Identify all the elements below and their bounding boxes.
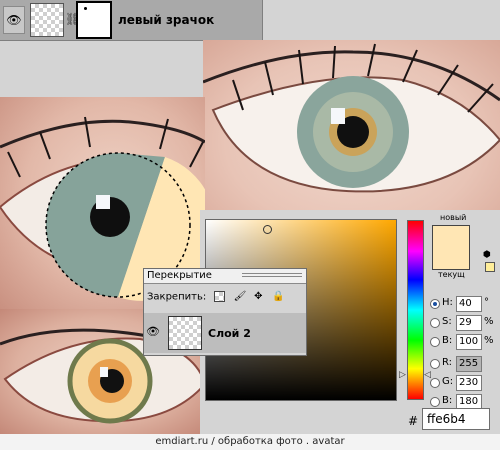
radio-b[interactable]	[430, 337, 440, 347]
field-r-input[interactable]: 255	[456, 356, 482, 372]
radio-h[interactable]	[430, 299, 440, 309]
lock-label: Закрепить:	[147, 291, 207, 303]
new-color-label: новый	[440, 213, 467, 222]
field-b-label: B:	[442, 335, 453, 346]
field-h-unit: °	[484, 297, 489, 308]
layers-panel: Перекрытие Закрепить: 🖌 ✥ 🔒 👁 Слой 2	[143, 268, 307, 356]
field-r-label: R:	[442, 357, 453, 368]
layer-thumbnail	[168, 316, 202, 350]
layer-thumbnail	[30, 3, 64, 37]
current-color-label: текущ	[438, 270, 465, 279]
layer-name: левый зрачок	[118, 13, 215, 27]
lock-row: Закрепить: 🖌 ✥ 🔒	[147, 291, 284, 307]
field-s-input[interactable]: 29	[456, 315, 482, 331]
blend-mode-select[interactable]: Перекрытие	[144, 269, 306, 284]
field-b: B: 100 %	[428, 334, 500, 350]
footer-caption: emdiart.ru / обработка фото . avatar	[0, 434, 500, 450]
field-s-label: S:	[442, 316, 452, 327]
field-g-input[interactable]: 230	[456, 375, 482, 391]
layer-name: Слой 2	[208, 327, 251, 340]
field-s: S: 29 %	[428, 315, 500, 331]
radio-s[interactable]	[430, 318, 440, 328]
field-blue-label: B:	[442, 395, 453, 406]
current-color-swatch[interactable]	[432, 251, 470, 270]
layer-row-2[interactable]: 👁 Слой 2	[144, 313, 306, 353]
hue-slider[interactable]	[407, 220, 424, 400]
radio-blue[interactable]	[430, 397, 440, 407]
field-r: R: 255	[428, 356, 500, 372]
hex-input[interactable]: ffe6b4	[422, 408, 490, 430]
lock-all-icon[interactable]: 🔒	[272, 291, 284, 302]
lock-transparency-icon[interactable]	[214, 291, 226, 302]
eye-photo-right	[203, 40, 500, 210]
radio-r[interactable]	[430, 359, 440, 369]
visibility-eye-icon[interactable]: 👁	[146, 325, 160, 338]
field-g-label: G:	[442, 376, 454, 387]
field-h-label: H:	[442, 297, 453, 308]
field-g: G: 230	[428, 375, 500, 391]
gamut-warning-cube-icon[interactable]: ⬢	[483, 250, 491, 260]
visibility-eye-icon[interactable]: 👁	[3, 6, 25, 34]
lock-brush-icon[interactable]: 🖌	[234, 291, 247, 302]
hue-slider-handle-left-icon[interactable]: ▷	[399, 370, 406, 380]
lock-move-icon[interactable]: ✥	[253, 291, 264, 302]
web-safe-swatch[interactable]	[485, 262, 495, 272]
field-s-unit: %	[484, 316, 494, 327]
radio-g[interactable]	[430, 378, 440, 388]
field-h-input[interactable]: 40	[456, 296, 482, 312]
layer-mask-thumbnail[interactable]	[76, 1, 112, 39]
layer-row-pupil[interactable]: 👁 ⛓ левый зрачок	[0, 0, 263, 41]
color-field-cursor[interactable]	[263, 225, 272, 234]
hex-hash-label: #	[408, 414, 419, 428]
field-b-unit: %	[484, 335, 494, 346]
field-h: H: 40 °	[428, 296, 500, 312]
new-color-swatch	[432, 225, 470, 252]
field-b-input[interactable]: 100	[456, 334, 482, 350]
